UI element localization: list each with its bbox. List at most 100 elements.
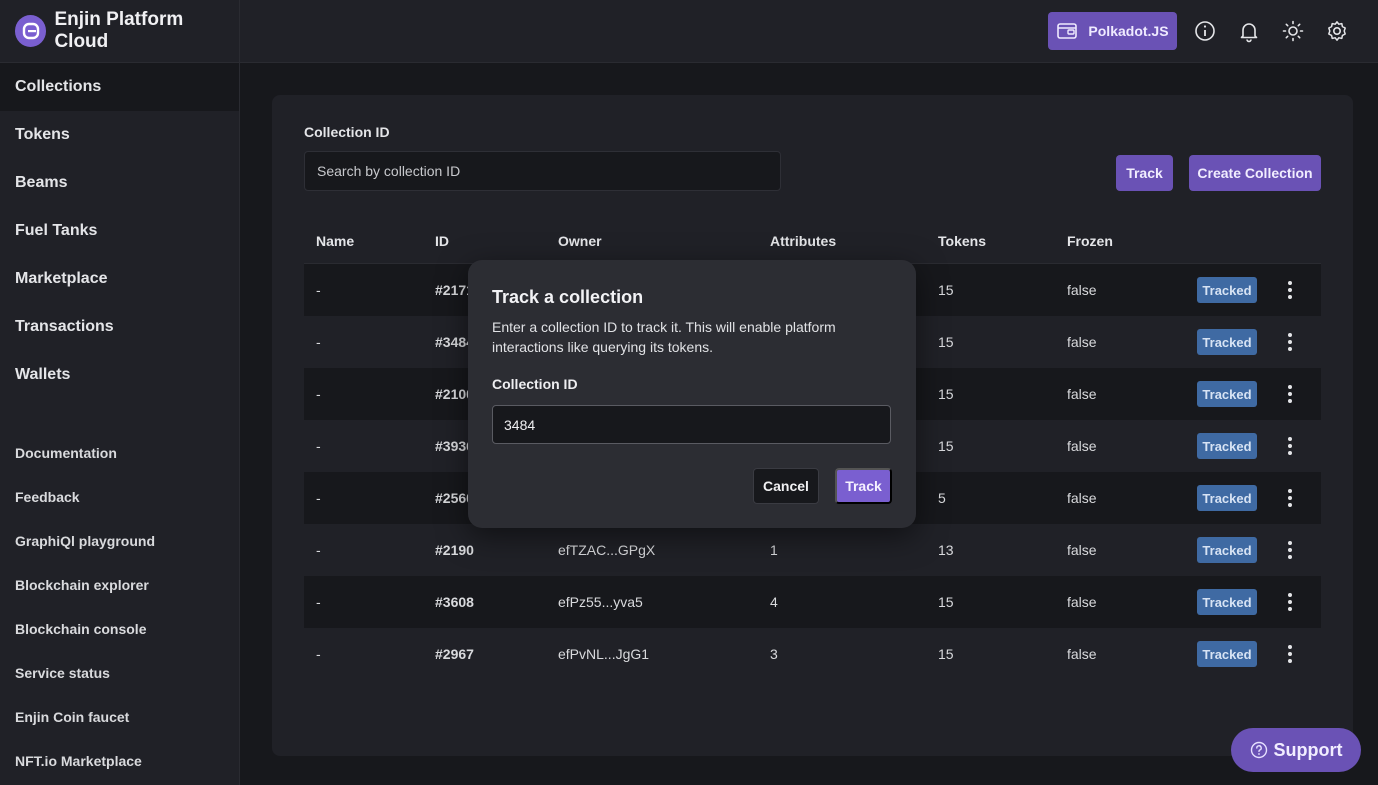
sidebar-item-beams[interactable]: Beams <box>0 159 239 207</box>
track-button[interactable]: Track <box>1116 155 1173 191</box>
cell-id: #2190 <box>435 542 474 558</box>
cell-name: - <box>316 490 321 506</box>
tracked-badge: Tracked <box>1197 381 1257 407</box>
cancel-button[interactable]: Cancel <box>753 468 819 504</box>
dialog-title: Track a collection <box>492 287 644 307</box>
cell-name: - <box>316 438 321 454</box>
cell-name: - <box>316 646 321 662</box>
column-header-tokens[interactable]: Tokens <box>938 233 986 249</box>
cell-id: #2967 <box>435 646 474 662</box>
cell-name: - <box>316 386 321 402</box>
table-row[interactable]: - #2967 efPvNL...JgG1 3 15 false Tracked <box>304 628 1321 680</box>
column-header-frozen[interactable]: Frozen <box>1067 233 1113 249</box>
sidebar-links: Documentation Feedback GraphiQl playgrou… <box>0 431 239 783</box>
tracked-badge: Tracked <box>1197 641 1257 667</box>
cell-owner: efTZAC...GPgX <box>558 542 656 558</box>
help-circle-icon <box>1250 741 1267 759</box>
track-collection-dialog: Track a collection Enter a collection ID… <box>468 260 916 528</box>
cell-tokens: 15 <box>938 438 954 454</box>
brand[interactable]: Enjin Platform Cloud <box>0 0 239 63</box>
sidebar-item-collections[interactable]: Collections <box>0 63 239 111</box>
row-menu-icon[interactable] <box>1282 538 1298 562</box>
cell-tokens: 15 <box>938 646 954 662</box>
tracked-badge: Tracked <box>1197 589 1257 615</box>
sidebar-nav: Collections Tokens Beams Fuel Tanks Mark… <box>0 63 239 399</box>
collection-id-label: Collection ID <box>304 124 390 140</box>
brand-title: Enjin Platform Cloud <box>54 9 184 52</box>
collection-id-input[interactable] <box>492 405 891 444</box>
row-menu-icon[interactable] <box>1282 590 1298 614</box>
sun-icon[interactable] <box>1281 19 1305 43</box>
enjin-logo-icon <box>15 15 47 47</box>
row-menu-icon[interactable] <box>1282 382 1298 406</box>
table-header: Name ID Owner Attributes Tokens Frozen <box>304 219 1321 264</box>
column-header-name[interactable]: Name <box>316 233 354 249</box>
table-row[interactable]: - #2190 efTZAC...GPgX 1 13 false Tracked <box>304 524 1321 576</box>
cell-name: - <box>316 334 321 350</box>
cell-owner: efPz55...yva5 <box>558 594 643 610</box>
tracked-badge: Tracked <box>1197 485 1257 511</box>
link-feedback[interactable]: Feedback <box>0 475 239 519</box>
cell-name: - <box>316 282 321 298</box>
wallet-connect-button[interactable]: Polkadot.JS <box>1048 12 1177 50</box>
link-documentation[interactable]: Documentation <box>0 431 239 475</box>
cell-owner: efPvNL...JgG1 <box>558 646 650 662</box>
cell-frozen: false <box>1067 438 1097 454</box>
cell-tokens: 15 <box>938 282 954 298</box>
cell-frozen: false <box>1067 386 1097 402</box>
cell-attributes: 3 <box>770 646 778 662</box>
support-label: Support <box>1273 739 1343 760</box>
collection-search-input[interactable] <box>304 151 781 191</box>
cell-frozen: false <box>1067 490 1097 506</box>
dialog-description: Enter a collection ID to track it. This … <box>492 319 836 355</box>
cell-tokens: 15 <box>938 334 954 350</box>
sidebar-item-wallets[interactable]: Wallets <box>0 351 239 399</box>
row-menu-icon[interactable] <box>1282 486 1298 510</box>
tracked-badge: Tracked <box>1197 277 1257 303</box>
cell-id: #3608 <box>435 594 474 610</box>
column-header-owner[interactable]: Owner <box>558 233 602 249</box>
cell-name: - <box>316 542 321 558</box>
table-row[interactable]: - #3608 efPz55...yva5 4 15 false Tracked <box>304 576 1321 628</box>
sidebar-item-marketplace[interactable]: Marketplace <box>0 255 239 303</box>
cell-tokens: 15 <box>938 386 954 402</box>
row-menu-icon[interactable] <box>1282 278 1298 302</box>
info-icon[interactable] <box>1193 19 1217 43</box>
cell-attributes: 1 <box>770 542 778 558</box>
cell-tokens: 5 <box>938 490 946 506</box>
tracked-badge: Tracked <box>1197 537 1257 563</box>
sidebar-item-transactions[interactable]: Transactions <box>0 303 239 351</box>
cell-frozen: false <box>1067 282 1097 298</box>
gear-icon[interactable] <box>1325 19 1349 43</box>
cell-attributes: 4 <box>770 594 778 610</box>
tracked-badge: Tracked <box>1197 433 1257 459</box>
cell-frozen: false <box>1067 542 1097 558</box>
link-blockchain-explorer[interactable]: Blockchain explorer <box>0 563 239 607</box>
column-header-id[interactable]: ID <box>435 233 449 249</box>
cell-name: - <box>316 594 321 610</box>
link-blockchain-console[interactable]: Blockchain console <box>0 607 239 651</box>
wallet-label: Polkadot.JS <box>1088 23 1169 39</box>
cell-frozen: false <box>1067 646 1097 662</box>
cell-tokens: 13 <box>938 542 954 558</box>
link-graphiql-playground[interactable]: GraphiQl playground <box>0 519 239 563</box>
cell-frozen: false <box>1067 334 1097 350</box>
row-menu-icon[interactable] <box>1282 330 1298 354</box>
sidebar-item-tokens[interactable]: Tokens <box>0 111 239 159</box>
column-header-attributes[interactable]: Attributes <box>770 233 836 249</box>
row-menu-icon[interactable] <box>1282 642 1298 666</box>
wallet-icon <box>1057 23 1078 39</box>
row-menu-icon[interactable] <box>1282 434 1298 458</box>
top-bar: Polkadot.JS <box>240 0 1378 63</box>
bell-icon[interactable] <box>1237 19 1261 43</box>
create-collection-button[interactable]: Create Collection <box>1189 155 1321 191</box>
sidebar-item-fuel-tanks[interactable]: Fuel Tanks <box>0 207 239 255</box>
dialog-field-label: Collection ID <box>492 376 578 392</box>
dialog-track-button[interactable]: Track <box>835 468 892 504</box>
cell-frozen: false <box>1067 594 1097 610</box>
link-nft-io-marketplace[interactable]: NFT.io Marketplace <box>0 739 239 783</box>
link-service-status[interactable]: Service status <box>0 651 239 695</box>
sidebar: Enjin Platform Cloud Collections Tokens … <box>0 0 240 785</box>
link-enjin-coin-faucet[interactable]: Enjin Coin faucet <box>0 695 239 739</box>
support-button[interactable]: Support <box>1231 728 1361 772</box>
